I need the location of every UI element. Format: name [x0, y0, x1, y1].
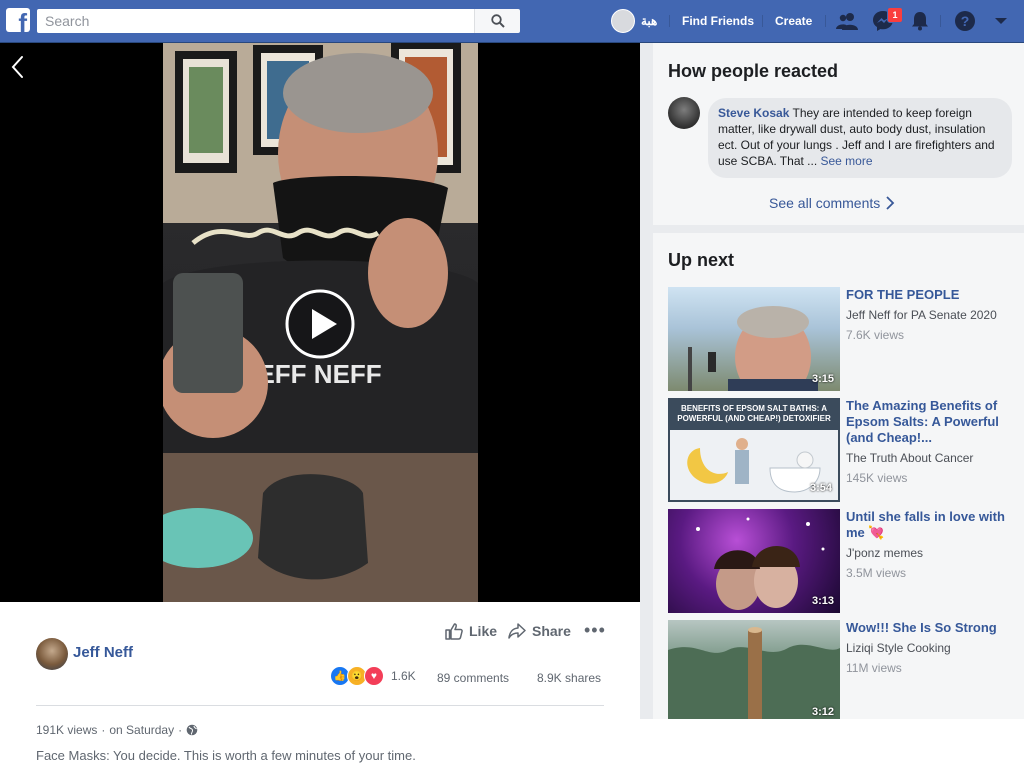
- video-views: 11M views: [846, 661, 902, 675]
- globe-icon: [186, 724, 198, 736]
- post-caption: Face Masks: You decide. This is worth a …: [36, 748, 416, 763]
- video-title-link[interactable]: The Amazing Benefits of Epsom Salts: A P…: [846, 398, 1014, 446]
- video-duration: 3:15: [811, 373, 834, 385]
- see-all-comments-label: See all comments: [769, 195, 881, 211]
- like-button[interactable]: Like: [445, 622, 497, 640]
- video-channel[interactable]: Liziqi Style Cooking: [846, 641, 951, 655]
- account-menu-chevron-icon[interactable]: [989, 9, 1013, 33]
- section-separator: [653, 225, 1024, 233]
- video-channel[interactable]: J'ponz memes: [846, 546, 923, 560]
- comment-bubble: Steve Kosak They are intended to keep fo…: [708, 98, 1012, 178]
- search-box: [37, 9, 520, 33]
- love-reaction-icon: ♥: [364, 666, 384, 686]
- post-time[interactable]: on Saturday: [109, 723, 174, 737]
- comments-count-link[interactable]: 89 comments: [437, 671, 509, 685]
- nav-separator: [762, 15, 763, 27]
- nav-separator: [940, 15, 941, 27]
- profile-link[interactable]: هبة: [611, 9, 657, 33]
- video-views: 145K views: [846, 471, 908, 485]
- reactions-summary[interactable]: 👍 😮 ♥ 1.6K: [330, 666, 416, 686]
- column-gutter: [640, 43, 653, 719]
- messenger-badge: 1: [887, 7, 903, 23]
- shares-count-link[interactable]: 8.9K shares: [537, 671, 601, 685]
- create-link[interactable]: Create: [775, 0, 812, 42]
- play-icon: [285, 289, 355, 359]
- notifications-bell-icon[interactable]: [908, 9, 932, 33]
- video-views: 7.6K views: [846, 328, 905, 342]
- chevron-right-icon: [886, 196, 895, 210]
- post-info-panel: Jeff Neff Like Share ••• 👍 😮 ♥ 1.6K 89 c…: [0, 602, 640, 768]
- video-views: 3.5M views: [846, 566, 907, 580]
- how-people-reacted-heading: How people reacted: [668, 61, 839, 81]
- video-thumbnail[interactable]: BENEFITS OF EPSOM SALT BATHS: A POWERFUL…: [668, 398, 840, 502]
- profile-name: هبة: [641, 14, 658, 28]
- up-next-heading: Up next: [668, 250, 735, 270]
- video-channel[interactable]: Jeff Neff for PA Senate 2020: [846, 308, 997, 322]
- share-label: Share: [532, 623, 571, 639]
- commenter-avatar[interactable]: [668, 97, 700, 129]
- share-arrow-icon: [508, 623, 526, 639]
- search-button[interactable]: [474, 9, 520, 33]
- help-icon[interactable]: ?: [953, 9, 977, 33]
- nav-separator: [825, 15, 826, 27]
- search-icon: [490, 14, 505, 28]
- reaction-count: 1.6K: [391, 669, 416, 683]
- video-channel[interactable]: The Truth About Cancer: [846, 451, 973, 465]
- see-more-link[interactable]: See more: [821, 154, 873, 168]
- facebook-logo-icon[interactable]: f: [6, 8, 30, 32]
- see-all-comments-link[interactable]: See all comments: [769, 195, 895, 211]
- divider: [36, 705, 604, 706]
- author-name-link[interactable]: Jeff Neff: [73, 644, 133, 661]
- video-title-link[interactable]: Until she falls in love with me 💘: [846, 509, 1014, 541]
- play-button[interactable]: [285, 289, 355, 359]
- thumbnail-heading: BENEFITS OF EPSOM SALT BATHS: A POWERFUL…: [670, 400, 838, 430]
- video-duration: 3:54: [809, 482, 832, 494]
- video-title-link[interactable]: Wow!!! She Is So Strong: [846, 620, 1014, 636]
- search-input[interactable]: [37, 9, 435, 33]
- video-duration: 3:13: [811, 595, 834, 607]
- video-thumbnail[interactable]: 3:15: [668, 287, 840, 391]
- like-label: Like: [469, 623, 498, 639]
- video-thumbnail[interactable]: 3:12: [668, 620, 840, 724]
- avatar: [611, 9, 635, 33]
- svg-text:?: ?: [961, 13, 970, 29]
- video-thumbnail[interactable]: 3:13: [668, 509, 840, 613]
- author-avatar[interactable]: [36, 638, 68, 670]
- more-options-icon[interactable]: •••: [584, 621, 606, 639]
- view-count: 191K views: [36, 723, 98, 737]
- video-duration: 3:12: [811, 706, 834, 718]
- video-title-link[interactable]: FOR THE PEOPLE: [846, 287, 1014, 303]
- friend-requests-icon[interactable]: [835, 9, 859, 33]
- thumbs-up-icon: [445, 623, 463, 640]
- video-player[interactable]: JEFF NEFF: [0, 43, 640, 602]
- right-column-footer: [640, 719, 1024, 768]
- comment-author-link[interactable]: Steve Kosak: [718, 106, 789, 120]
- back-arrow-icon[interactable]: [8, 55, 28, 79]
- post-meta: 191K views · on Saturday ·: [36, 723, 198, 737]
- share-button[interactable]: Share: [508, 622, 571, 640]
- nav-separator: [669, 15, 670, 27]
- find-friends-link[interactable]: Find Friends: [682, 0, 754, 42]
- top-navigation-bar: f هبة Find Friends Create 1 ?: [0, 0, 1024, 43]
